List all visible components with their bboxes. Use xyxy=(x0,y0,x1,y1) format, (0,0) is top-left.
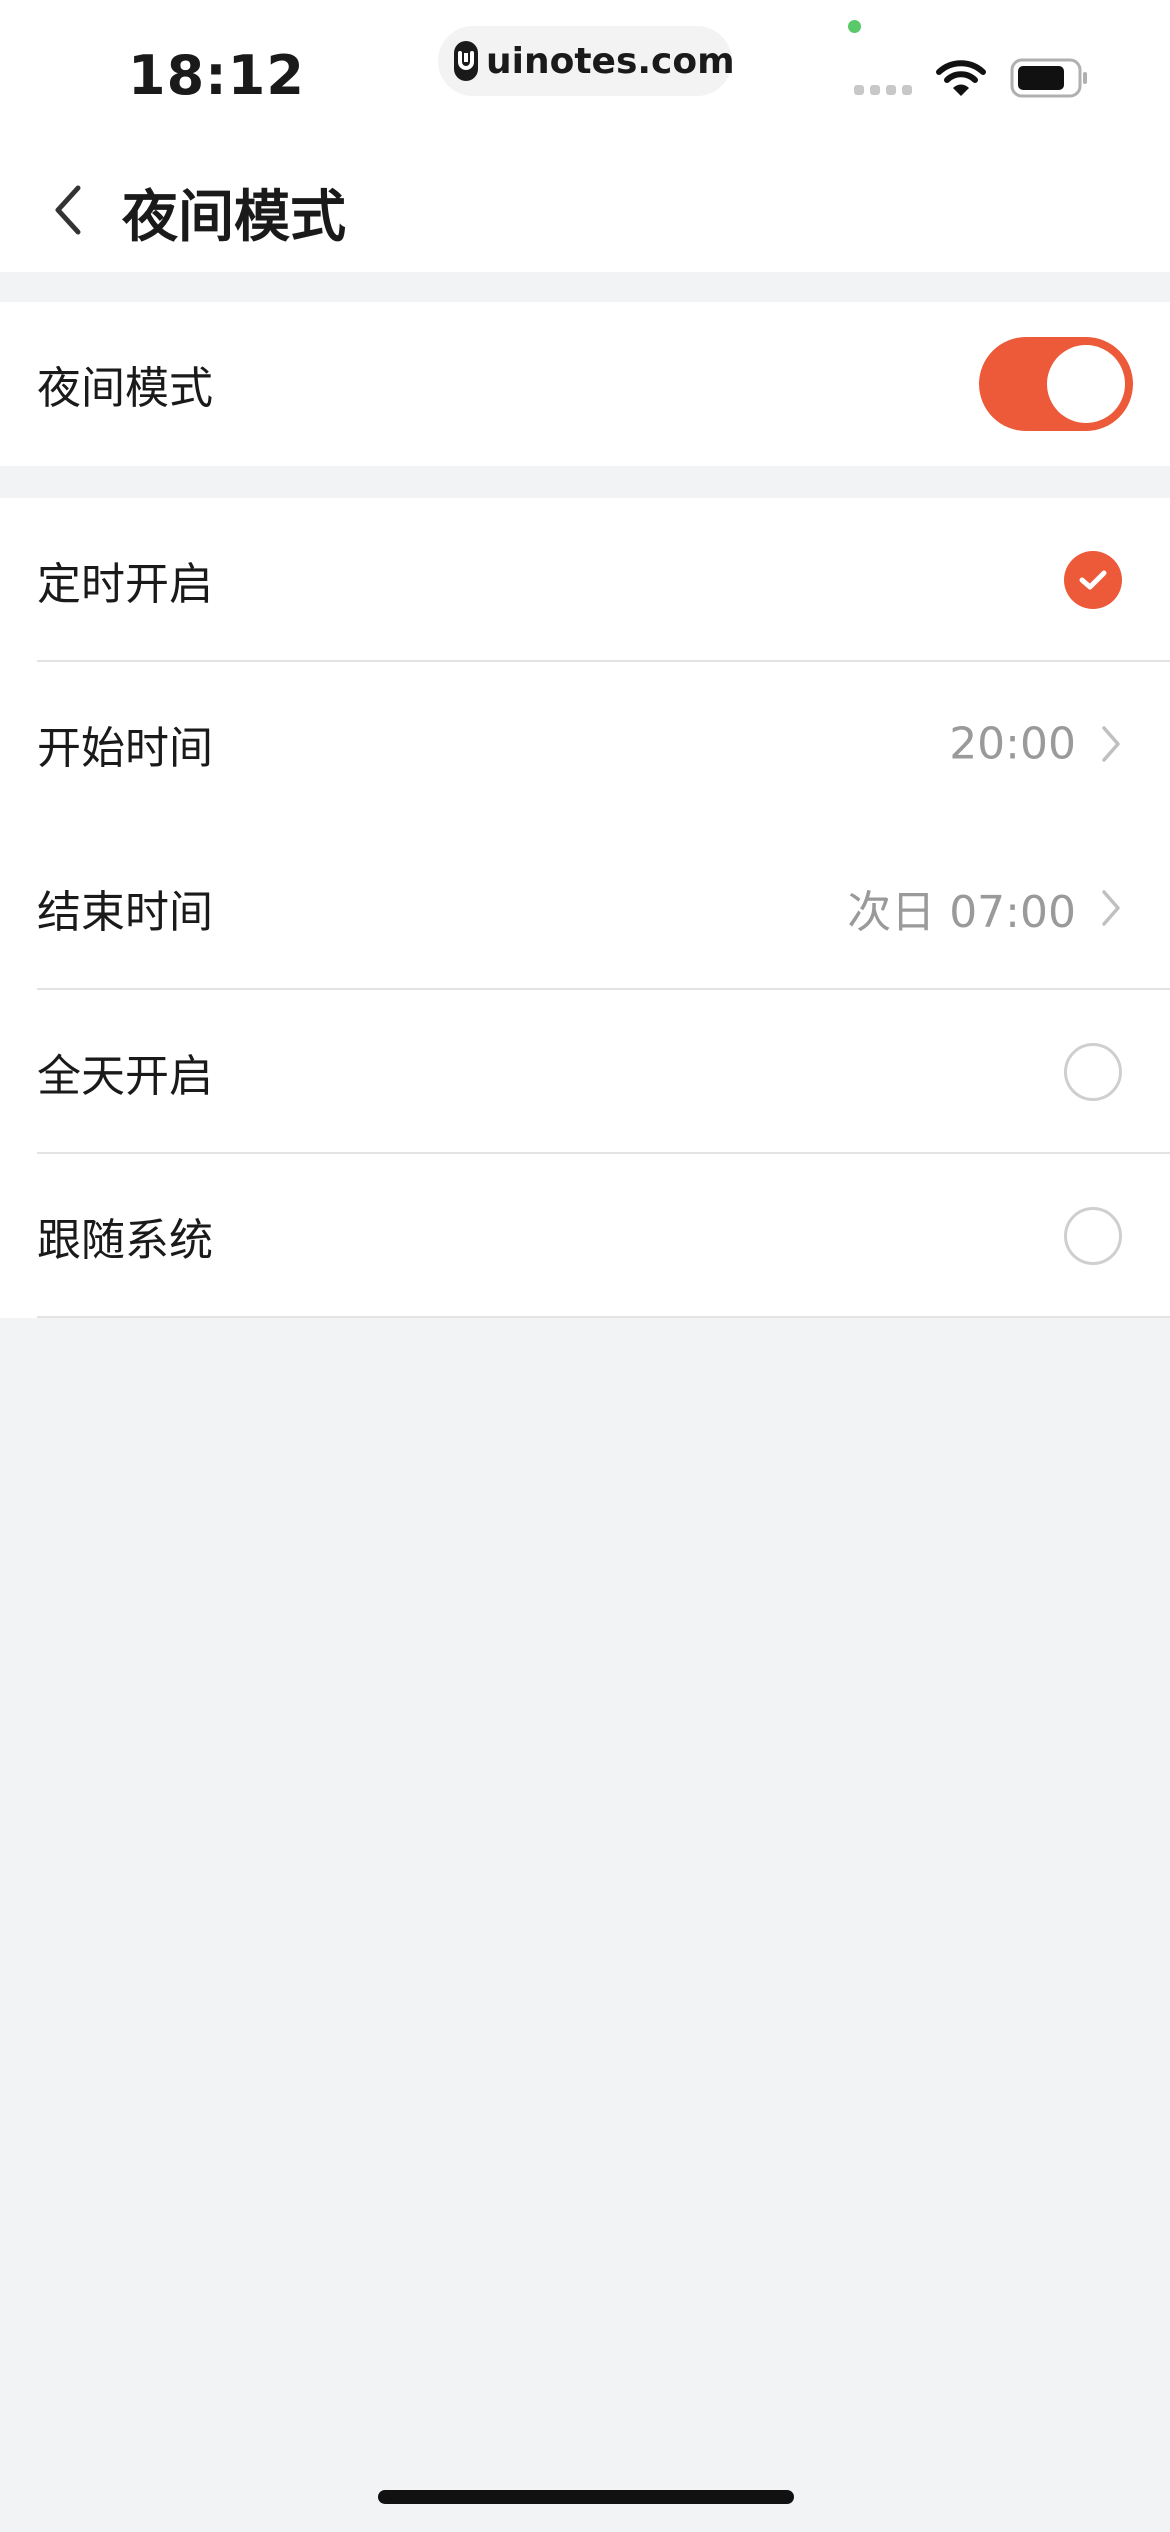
chevron-right-icon xyxy=(1102,890,1120,926)
navigation-bar: 夜间模式 xyxy=(0,140,1170,272)
status-bar: 18:12 uinotes.com xyxy=(0,0,1170,140)
option-label: 全天开启 xyxy=(37,1051,213,1102)
radio-unselected-icon[interactable] xyxy=(1064,1043,1122,1101)
schedule-options-group: 定时开启 开始时间 20:00 结束时间 次日 07:00 全天开启 跟随系统 xyxy=(0,498,1170,1318)
night-mode-label: 夜间模式 xyxy=(37,363,213,414)
night-mode-toggle[interactable] xyxy=(979,337,1133,431)
url-text: uinotes.com xyxy=(486,40,735,82)
night-mode-group: 夜间模式 xyxy=(0,302,1170,466)
end-time-value: 次日 07:00 xyxy=(847,887,1076,938)
battery-icon xyxy=(1010,58,1087,98)
option-row-all-day[interactable]: 全天开启 xyxy=(0,990,1170,1154)
divider xyxy=(37,1316,1170,1318)
checkmark-radio-icon[interactable] xyxy=(1064,551,1122,609)
signal-icon xyxy=(854,85,912,95)
back-chevron-icon[interactable] xyxy=(48,180,88,240)
option-row-start-time[interactable]: 开始时间 20:00 xyxy=(0,662,1170,826)
page-title: 夜间模式 xyxy=(122,185,346,250)
radio-unselected-icon[interactable] xyxy=(1064,1207,1122,1265)
option-row-end-time[interactable]: 结束时间 次日 07:00 xyxy=(0,826,1170,990)
status-time: 18:12 xyxy=(128,44,305,107)
option-row-scheduled[interactable]: 定时开启 xyxy=(0,498,1170,662)
option-label: 结束时间 xyxy=(37,887,213,938)
wifi-icon xyxy=(936,60,986,96)
option-row-follow-system[interactable]: 跟随系统 xyxy=(0,1154,1170,1318)
url-pill[interactable]: uinotes.com xyxy=(438,26,735,96)
toggle-knob xyxy=(1047,345,1125,423)
start-time-value: 20:00 xyxy=(949,718,1076,770)
option-label: 跟随系统 xyxy=(37,1215,213,1266)
site-logo-icon xyxy=(454,41,478,81)
home-indicator[interactable] xyxy=(378,2490,794,2504)
privacy-indicator-dot xyxy=(848,20,861,33)
night-mode-row: 夜间模式 xyxy=(0,302,1170,466)
option-label: 定时开启 xyxy=(37,559,213,610)
option-label: 开始时间 xyxy=(37,723,213,774)
chevron-right-icon xyxy=(1102,726,1120,762)
